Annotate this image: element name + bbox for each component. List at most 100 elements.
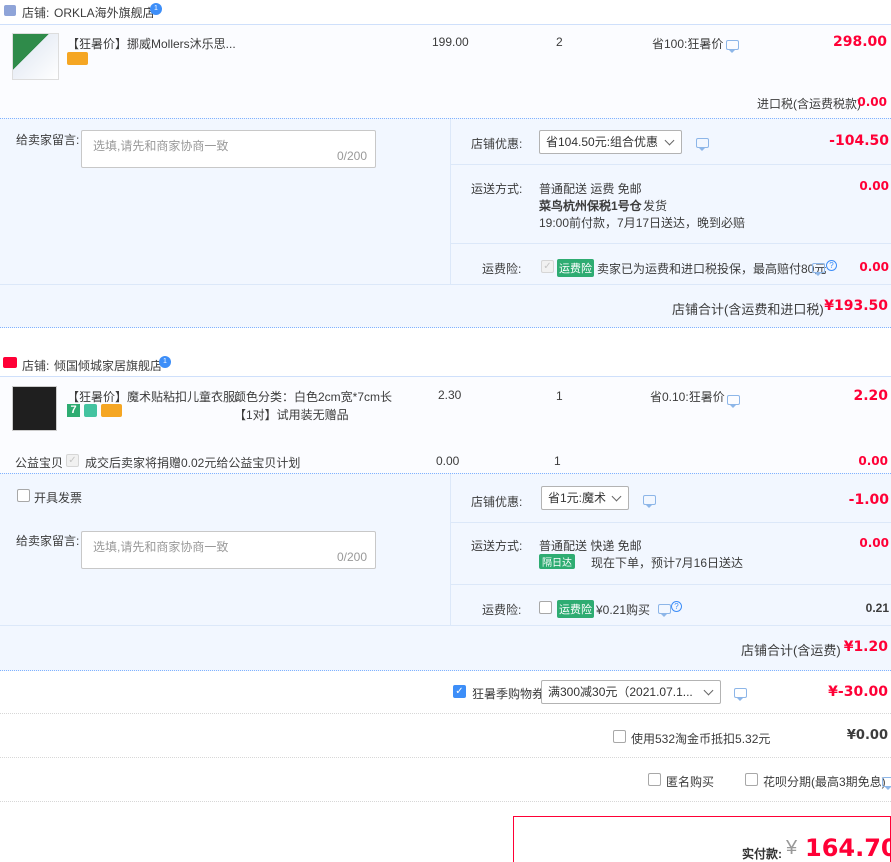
shipping-value: 0.00 xyxy=(859,179,889,193)
shop2-options: 开具发票 给卖家留言: 选填,请先和商家协商一致 0/200 店铺优惠: 省1元… xyxy=(0,473,891,626)
anonymous-checkbox[interactable] xyxy=(648,773,661,786)
shipping-label: 运送方式: xyxy=(471,539,523,553)
invoice-checkbox[interactable] xyxy=(17,489,30,502)
tmall-icon xyxy=(3,357,17,368)
shipping-row: 运送方式: 普通配送 运费 免邮 菜鸟杭州保税1号仓 发货 19:00前付款，7… xyxy=(451,165,891,244)
insurance-value: 0.00 xyxy=(859,260,889,274)
insurance-checkbox[interactable] xyxy=(539,601,552,614)
warehouse-suffix: 发货 xyxy=(643,199,668,213)
tax-value: 0.00 xyxy=(857,95,887,109)
store-icon xyxy=(4,5,16,16)
product-title[interactable]: 【狂暑价】魔术贴粘扣儿童衣服... xyxy=(67,388,245,405)
shop2-total-row: 店铺合计(含运费) ¥1.20 xyxy=(0,625,891,671)
coupon-row: ✓ 狂暑季购物券 满300减30元（2021.07.1... ¥-30.00 xyxy=(0,671,891,714)
insurance-text: ¥0.21购买 xyxy=(596,603,651,617)
charity-text: 成交后卖家将捐赠0.02元给公益宝贝计划 xyxy=(85,456,301,470)
message-input[interactable]: 选填,请先和商家协商一致 0/200 xyxy=(81,531,376,569)
discount-select[interactable]: 省104.50元:组合优惠 xyxy=(539,130,682,154)
wangwang-icon[interactable]: 1 xyxy=(159,356,171,368)
discount-row: 店铺优惠: 省1元:魔术 -1.00 xyxy=(451,474,891,523)
pay-label: 实付款: xyxy=(742,847,782,861)
pay-currency: ¥ xyxy=(786,837,798,859)
insurance-label: 运费险: xyxy=(482,262,522,276)
product-spec-1: 颜色分类：白色2cm宽*7cm长 xyxy=(234,390,393,404)
insurance-checkbox: ✓ xyxy=(541,260,554,273)
insurance-row: 运费险: ✓ 运费险 卖家已为运费和进口税投保，最高赔付80元 ? 0.00 xyxy=(451,244,891,285)
message-count: 0/200 xyxy=(336,550,367,564)
taojinbi-checkbox[interactable] xyxy=(613,730,626,743)
product-thumbnail[interactable] xyxy=(12,386,57,431)
tax-label: 进口税(含运费税款) xyxy=(757,97,861,111)
charity-checkbox: ✓ xyxy=(66,454,79,467)
chat-icon[interactable] xyxy=(696,138,709,151)
shop-label: 店铺: xyxy=(22,6,50,20)
options-right-panel: 店铺优惠: 省104.50元:组合优惠 -104.50 运送方式: 普通配送 运… xyxy=(450,119,891,285)
invoice-label: 开具发票 xyxy=(34,491,83,505)
taojinbi-value: ¥0.00 xyxy=(846,728,888,743)
promo-text: 省100:狂暑价 xyxy=(652,37,724,51)
shipping-method: 普通配送 运费 免邮 xyxy=(539,182,642,196)
discount-label: 店铺优惠: xyxy=(471,137,523,151)
shop1-options: 给卖家留言: 选填,请先和商家协商一致 0/200 店铺优惠: 省104.50元… xyxy=(0,118,891,285)
discount-select[interactable]: 省1元:魔术 xyxy=(541,486,629,510)
shipping-value: 0.00 xyxy=(859,536,889,550)
insurance-text: 卖家已为运费和进口税投保，最高赔付80元 xyxy=(597,262,827,276)
shop2-item-row: 【狂暑价】魔术贴粘扣儿童衣服... 颜色分类：白色2cm宽*7cm长 【1对】试… xyxy=(0,376,891,473)
shop1-total-row: 店铺合计(含运费和进口税) ¥193.50 xyxy=(0,284,891,328)
message-placeholder: 选填,请先和商家协商一致 xyxy=(93,540,229,554)
shop1-name[interactable]: ORKLA海外旗舰店 xyxy=(54,4,155,21)
shop-total-value: ¥193.50 xyxy=(824,298,888,314)
shop2-header: 店铺: 倾国倾城家居旗舰店 1 xyxy=(0,352,891,376)
shipping-row: 运送方式: 普通配送 快递 免邮 隔日达 现在下单，预计7月16日送达 0.00 xyxy=(451,523,891,585)
card-icon xyxy=(101,404,122,417)
charity-value: 0.00 xyxy=(858,454,888,468)
chat-icon[interactable] xyxy=(726,40,739,53)
chat-icon[interactable] xyxy=(734,688,747,701)
chat-icon[interactable] xyxy=(727,395,740,408)
coupon-value: ¥-30.00 xyxy=(828,684,888,700)
shop1-item-row: 【狂暑价】挪威Mollers沐乐思... 199.00 2 省100:狂暑价 2… xyxy=(0,24,891,118)
card-icon xyxy=(67,52,88,65)
insurance-row: 运费险: 运费险 ¥0.21购买 ? 0.21 xyxy=(451,585,891,626)
coupon-select-value: 满300减30元（2021.07.1... xyxy=(548,685,693,699)
chevron-down-icon xyxy=(664,135,675,146)
message-label: 给卖家留言: xyxy=(16,534,80,548)
product-thumbnail[interactable] xyxy=(12,33,59,80)
charity-label: 公益宝贝 xyxy=(15,456,64,470)
taojinbi-label: 使用532淘金币抵扣5.32元 xyxy=(631,732,771,746)
help-icon[interactable]: ? xyxy=(826,260,837,271)
options-right-panel: 店铺优惠: 省1元:魔术 -1.00 运送方式: 普通配送 快递 免邮 隔日达 … xyxy=(450,474,891,626)
chat-icon[interactable] xyxy=(643,495,656,508)
insurance-tag: 运费险 xyxy=(557,259,594,277)
huabei-label: 花呗分期(最高3期免息) xyxy=(763,775,886,789)
pay-summary-box: 实付款: ¥ 164.70 xyxy=(513,816,891,862)
shipping-method: 普通配送 快递 免邮 xyxy=(539,539,642,553)
insurance-tag: 运费险 xyxy=(557,600,594,618)
product-title[interactable]: 【狂暑价】挪威Mollers沐乐思... xyxy=(67,35,236,52)
chat-icon[interactable] xyxy=(658,604,671,617)
chat-icon[interactable] xyxy=(812,263,825,276)
anonymous-label: 匿名购买 xyxy=(666,775,715,789)
discount-row: 店铺优惠: 省104.50元:组合优惠 -104.50 xyxy=(451,119,891,165)
huabei-checkbox[interactable] xyxy=(745,773,758,786)
message-count: 0/200 xyxy=(336,149,367,163)
delivery-promise: 19:00前付款，7月17日送达，晚到必赔 xyxy=(539,216,746,230)
chevron-down-icon xyxy=(703,685,714,696)
pay-value: 164.70 xyxy=(805,834,891,862)
coupon-checkbox[interactable]: ✓ xyxy=(453,685,466,698)
shop2-name[interactable]: 倾国倾城家居旗舰店 xyxy=(54,357,162,374)
warehouse: 菜鸟杭州保税1号仓 xyxy=(539,199,642,213)
chat-icon[interactable] xyxy=(882,777,891,790)
chevron-down-icon xyxy=(611,491,622,502)
wangwang-icon[interactable]: 1 xyxy=(150,3,162,15)
coupon-select[interactable]: 满300减30元（2021.07.1... xyxy=(541,680,721,704)
discount-value: -104.50 xyxy=(829,133,889,149)
message-input[interactable]: 选填,请先和商家协商一致 0/200 xyxy=(81,130,376,168)
promo-text: 省0.10:狂暑价 xyxy=(650,390,725,404)
product-spec-2: 【1对】试用装无赠品 xyxy=(234,408,349,422)
purchase-options-row: 匿名购买 花呗分期(最高3期免息) xyxy=(0,758,891,802)
quantity: 2 xyxy=(556,35,563,49)
message-label: 给卖家留言: xyxy=(16,133,80,147)
delivery-promise: 现在下单，预计7月16日送达 xyxy=(591,556,744,570)
help-icon[interactable]: ? xyxy=(671,601,682,612)
